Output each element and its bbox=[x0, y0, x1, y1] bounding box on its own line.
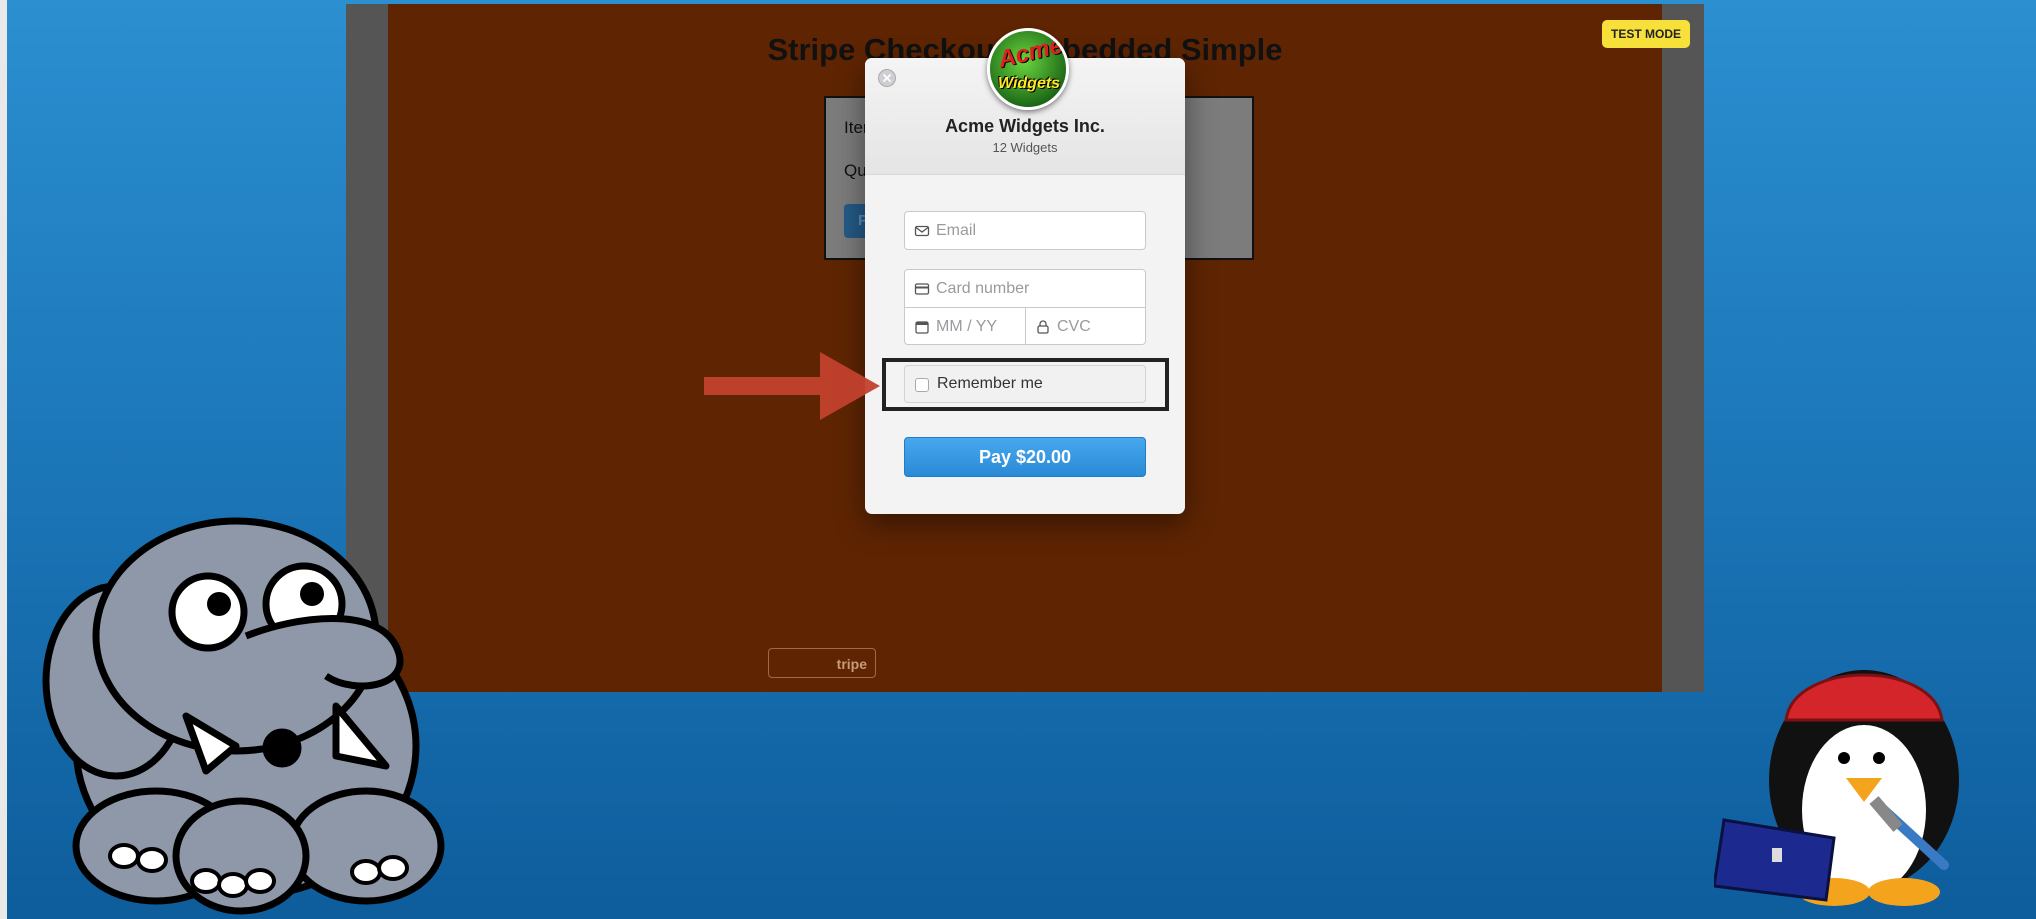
merchant-logo: Acme Widgets bbox=[987, 28, 1069, 110]
test-mode-badge: TEST MODE bbox=[1602, 20, 1690, 48]
highlight-arrow bbox=[704, 352, 880, 420]
expiry-field[interactable]: MM / YY bbox=[904, 307, 1026, 345]
merchant-name: Acme Widgets Inc. bbox=[945, 116, 1105, 136]
order-description: 12 Widgets bbox=[992, 140, 1058, 155]
envelope-icon bbox=[914, 225, 930, 237]
expiry-placeholder: MM / YY bbox=[936, 318, 998, 335]
logo-acme-text: Acme bbox=[995, 31, 1066, 74]
penguin-cartoon bbox=[1714, 670, 1959, 906]
email-placeholder: Email bbox=[936, 222, 977, 239]
remember-me-label: Remember me bbox=[937, 375, 1043, 392]
credit-card-icon bbox=[914, 283, 930, 295]
logo-widgets-text: Widgets bbox=[998, 75, 1061, 92]
remember-me-checkbox[interactable] bbox=[915, 378, 929, 392]
close-icon bbox=[883, 74, 891, 82]
powered-by-stripe-badge[interactable]: tripe bbox=[768, 648, 876, 678]
email-field[interactable]: Email bbox=[904, 211, 1146, 250]
close-button[interactable] bbox=[878, 69, 896, 87]
elephant-cartoon bbox=[42, 517, 445, 915]
slide-background: Stripe Checkout Embedded Simple Item Qua… bbox=[0, 0, 2036, 919]
checkout-modal: Acme Widgets Inc. 12 Widgets Acme Widget… bbox=[865, 28, 1185, 514]
remember-me-row[interactable]: Remember me bbox=[904, 365, 1146, 403]
cvc-placeholder: CVC bbox=[1057, 318, 1091, 335]
card-number-field[interactable]: Card number bbox=[904, 269, 1146, 308]
slide-edge bbox=[0, 0, 7, 919]
calendar-icon bbox=[915, 321, 929, 334]
lock-icon bbox=[1037, 320, 1049, 334]
cvc-field[interactable]: CVC bbox=[1025, 307, 1146, 345]
card-number-placeholder: Card number bbox=[936, 280, 1030, 297]
pay-button[interactable]: Pay $20.00 bbox=[904, 437, 1146, 477]
